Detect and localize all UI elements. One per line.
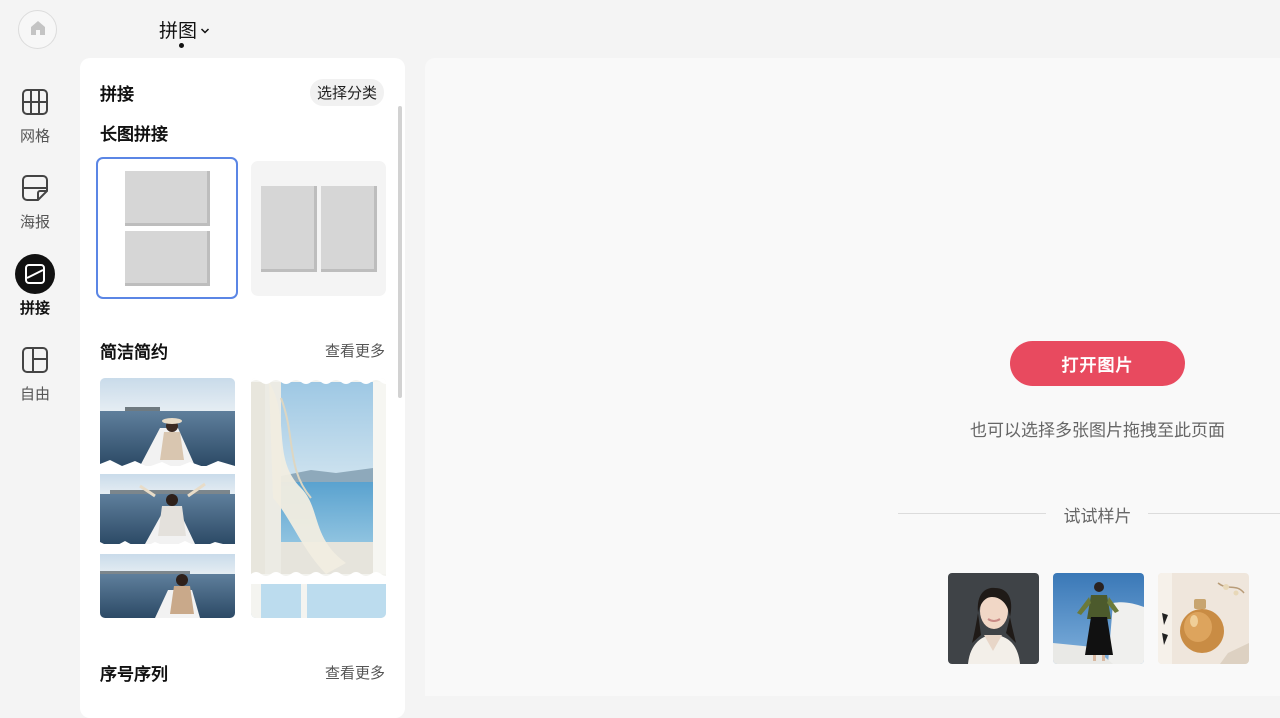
sample-fashion-image	[1053, 573, 1144, 664]
rail-item-poster[interactable]: 海报	[0, 168, 70, 232]
rail-item-stitch[interactable]: 拼接	[0, 254, 70, 318]
template-preview-image	[251, 378, 386, 618]
divider-left	[898, 513, 1046, 514]
drag-drop-hint: 也可以选择多张图片拖拽至此页面	[970, 421, 1225, 441]
mode-selector[interactable]: 拼图	[159, 16, 210, 43]
mode-title: 拼图	[159, 20, 198, 42]
sample-image-fashion[interactable]	[1053, 573, 1144, 664]
free-layout-icon	[15, 340, 55, 380]
layout-cell	[321, 186, 377, 272]
section-title-sequence: 序号序列	[100, 665, 168, 685]
rail-label-free: 自由	[19, 385, 50, 403]
sample-portrait-image	[948, 573, 1039, 664]
rail-label-grid: 网格	[19, 127, 50, 145]
layout-cell	[261, 186, 317, 272]
view-more-sequence-link[interactable]: 查看更多	[325, 662, 385, 683]
section-title-simple: 简洁简约	[100, 343, 168, 363]
panel-scrollbar[interactable]	[398, 106, 402, 398]
home-button[interactable]	[18, 10, 57, 49]
template-preview-image	[100, 378, 235, 618]
rail-label-stitch: 拼接	[19, 299, 50, 317]
panel-title: 拼接	[100, 85, 134, 105]
template-thumb-simple-2[interactable]	[251, 378, 386, 618]
sample-image-portrait[interactable]	[948, 573, 1039, 664]
editor-canvas[interactable]: 打开图片 也可以选择多张图片拖拽至此页面 试试样片	[425, 58, 1280, 696]
sample-image-perfume[interactable]	[1158, 573, 1249, 664]
home-icon	[28, 18, 48, 42]
layout-horizontal-pair[interactable]	[251, 161, 386, 296]
layout-cell	[125, 231, 210, 286]
grid-icon	[15, 82, 55, 122]
rail-label-poster: 海报	[19, 213, 50, 231]
select-category-button[interactable]: 选择分类	[310, 79, 385, 106]
template-panel: 拼接 选择分类 长图拼接 简洁简约 查看更多 序号序列 查看更多	[80, 58, 405, 718]
mode-indicator-dot	[179, 43, 184, 48]
poster-icon	[15, 168, 55, 208]
sample-section-label: 试试样片	[1063, 507, 1132, 527]
section-title-long-image: 长图拼接	[100, 125, 168, 145]
layout-vertical-stack[interactable]	[96, 157, 238, 299]
divider-right	[1148, 513, 1280, 514]
sample-perfume-image	[1158, 573, 1249, 664]
view-more-simple-link[interactable]: 查看更多	[325, 340, 385, 361]
template-thumb-simple-1[interactable]	[100, 378, 235, 618]
rail-item-grid[interactable]: 网格	[0, 82, 70, 146]
rail-item-free[interactable]: 自由	[0, 340, 70, 404]
layout-cell	[125, 171, 210, 226]
chevron-down-icon	[200, 19, 210, 41]
open-image-button[interactable]: 打开图片	[1010, 341, 1185, 386]
stitch-icon	[15, 254, 55, 294]
